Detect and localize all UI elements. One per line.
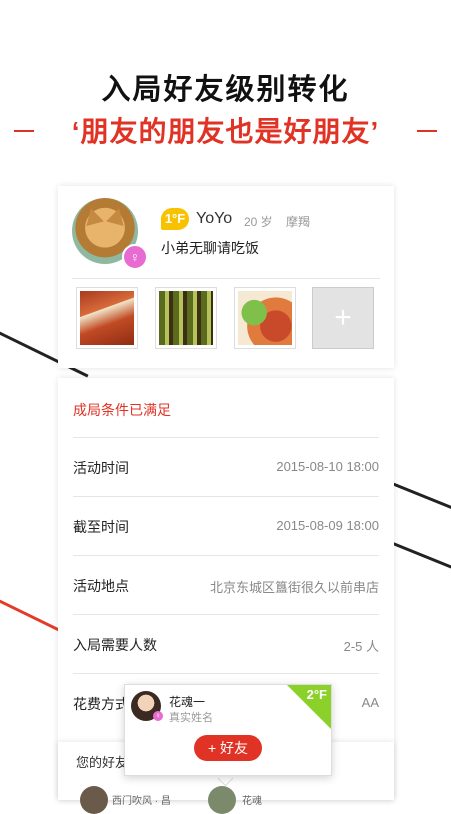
female-icon: ♀ xyxy=(122,244,148,270)
detail-row: 活动地点 北京东城区簋街很久以前串店 xyxy=(73,556,379,615)
detail-label: 活动地点 xyxy=(73,578,129,594)
popup-name: 花魂一 xyxy=(169,695,206,709)
friend-popup: ♀ 花魂一 真实姓名 2°F + 好友 xyxy=(124,684,332,776)
detail-row: 活动时间 2015-08-10 18:00 xyxy=(73,438,379,497)
detail-value: 北京东城区簋街很久以前串店 xyxy=(209,580,379,595)
popup-subtitle: 真实姓名 xyxy=(169,712,213,724)
friend-avatar[interactable] xyxy=(80,786,108,814)
floor-badge: 1°F xyxy=(161,208,189,230)
detail-value: AA xyxy=(361,695,379,710)
detail-value: 2015-08-10 18:00 xyxy=(276,459,379,474)
subline: ‘朋友的朋友也是好朋友’ xyxy=(71,116,380,147)
decor-stripe xyxy=(392,542,451,575)
food-photo xyxy=(80,291,134,345)
user-age: 20 岁 xyxy=(244,215,273,229)
detail-label: 花费方式 xyxy=(73,696,129,712)
user-message: 小弟无聊请吃饭 xyxy=(161,240,259,256)
detail-value: 2-5 人 xyxy=(343,639,379,654)
condition-status: 成局条件已满足 xyxy=(73,402,171,418)
divider xyxy=(72,278,380,279)
photo-thumb[interactable] xyxy=(234,287,296,349)
cat-ear xyxy=(106,205,128,227)
avatar[interactable]: ♀ xyxy=(72,198,148,270)
photo-thumb[interactable] xyxy=(155,287,217,349)
detail-row: 截至时间 2015-08-09 18:00 xyxy=(73,497,379,556)
user-name: YoYo xyxy=(196,210,233,227)
decor-stripe xyxy=(391,482,451,515)
detail-label: 入局需要人数 xyxy=(73,637,157,653)
add-friend-button[interactable]: + 好友 xyxy=(194,735,262,761)
female-icon: ♀ xyxy=(153,711,163,721)
detail-label: 截至时间 xyxy=(73,519,129,535)
detail-value: 2015-08-09 18:00 xyxy=(276,518,379,533)
headline: 入局好友级别转化 xyxy=(101,74,350,106)
cat-ear xyxy=(82,205,104,227)
detail-row: 入局需要人数 2-5 人 xyxy=(73,615,379,674)
profile-card: ♀ 1°F YoYo 20 岁 摩羯 小弟无聊请吃饭 + xyxy=(58,186,394,368)
photo-thumb[interactable] xyxy=(76,287,138,349)
food-photo xyxy=(238,291,292,345)
popup-floor: 2°F xyxy=(306,687,327,702)
detail-label: 活动时间 xyxy=(73,460,129,476)
dash-right xyxy=(417,130,437,132)
food-photo xyxy=(159,291,213,345)
add-photo-button[interactable]: + xyxy=(312,287,374,349)
user-zodiac: 摩羯 xyxy=(286,215,311,229)
friend-avatar[interactable] xyxy=(208,786,236,814)
